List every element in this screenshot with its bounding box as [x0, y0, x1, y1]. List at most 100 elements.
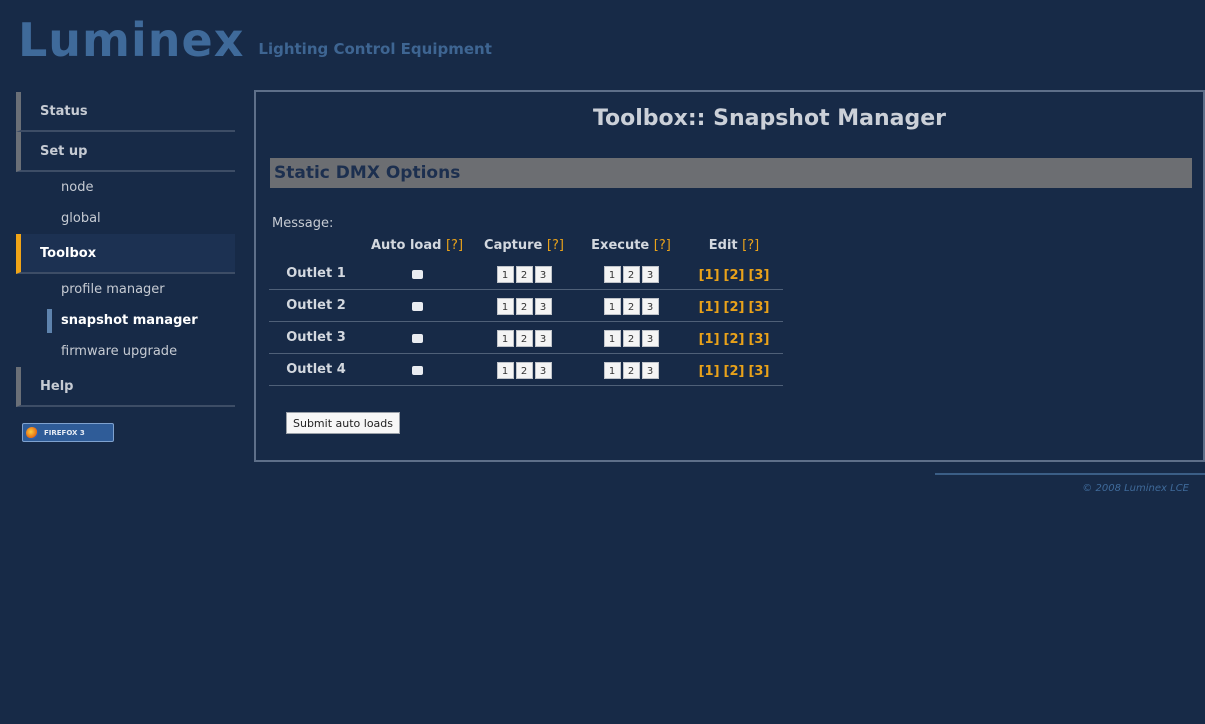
edit-link[interactable]: [1]: [699, 364, 720, 379]
execute-button[interactable]: 3: [641, 362, 659, 379]
brand-header: Luminex Lighting Control Equipment: [18, 14, 492, 66]
capture-cell: 123: [471, 321, 577, 354]
outlet-name: Outlet 1: [269, 258, 363, 290]
table-row: Outlet 1 123 123 [1] [2] [3]: [269, 258, 783, 290]
header-edit-label: Edit: [708, 237, 738, 253]
table-row: Outlet 4 123 123 [1] [2] [3]: [269, 353, 783, 386]
auto-load-help-link[interactable]: [?]: [446, 238, 463, 253]
submit-auto-loads-button[interactable]: Submit auto loads: [286, 412, 401, 434]
capture-cell: 123: [471, 258, 577, 290]
execute-cell: 123: [577, 353, 685, 386]
edit-cell: [1] [2] [3]: [685, 289, 783, 322]
execute-button[interactable]: 1: [603, 330, 621, 347]
capture-button[interactable]: 3: [534, 330, 552, 347]
capture-button[interactable]: 1: [496, 362, 514, 379]
capture-button[interactable]: 3: [534, 362, 552, 379]
capture-button[interactable]: 3: [534, 266, 552, 283]
sidebar-item-snapshot-manager[interactable]: snapshot manager: [16, 305, 235, 336]
auto-load-checkbox[interactable]: [411, 302, 423, 311]
auto-load-checkbox[interactable]: [411, 334, 423, 343]
footer-divider: [935, 473, 1205, 475]
edit-cell: [1] [2] [3]: [685, 258, 783, 290]
capture-button[interactable]: 3: [534, 298, 552, 315]
message-label: Message:: [272, 216, 334, 231]
section-header: Static DMX Options: [270, 158, 1192, 188]
edit-cell: [1] [2] [3]: [685, 353, 783, 386]
edit-link[interactable]: [3]: [748, 332, 769, 347]
sidebar-item-setup[interactable]: Set up: [16, 132, 235, 172]
capture-button[interactable]: 2: [515, 298, 533, 315]
execute-button[interactable]: 1: [603, 298, 621, 315]
capture-button[interactable]: 1: [496, 298, 514, 315]
edit-link[interactable]: [1]: [699, 332, 720, 347]
edit-link[interactable]: [3]: [748, 300, 769, 315]
page-title: Toolbox:: Snapshot Manager: [592, 106, 947, 131]
main-panel: Toolbox:: Snapshot Manager Static DMX Op…: [254, 90, 1205, 462]
outlets-table: Auto load [?] Capture [?] Execute [?] Ed…: [269, 232, 783, 386]
execute-button[interactable]: 2: [622, 266, 640, 283]
execute-help-link[interactable]: [?]: [654, 238, 671, 253]
capture-button[interactable]: 2: [515, 330, 533, 347]
execute-button[interactable]: 2: [622, 298, 640, 315]
outlet-name: Outlet 3: [269, 321, 363, 354]
table-header-row: Auto load [?] Capture [?] Execute [?] Ed…: [269, 232, 783, 258]
auto-load-cell: [363, 321, 471, 354]
footer-copyright: © 2008 Luminex LCE: [1082, 483, 1189, 494]
sidebar-item-help[interactable]: Help: [16, 367, 235, 407]
edit-link[interactable]: [3]: [748, 364, 769, 379]
edit-link[interactable]: [3]: [748, 268, 769, 283]
auto-load-checkbox[interactable]: [411, 270, 423, 279]
capture-button[interactable]: 1: [496, 330, 514, 347]
execute-button[interactable]: 2: [622, 330, 640, 347]
header-edit: Edit [?]: [685, 232, 783, 258]
outlet-name: Outlet 4: [269, 353, 363, 386]
execute-button[interactable]: 3: [641, 330, 659, 347]
section-title: Static DMX Options: [274, 163, 461, 183]
sidebar-nav: Status Set up node global Toolbox profil…: [16, 92, 235, 443]
sidebar-item-profile-manager[interactable]: profile manager: [16, 274, 235, 305]
capture-cell: 123: [471, 353, 577, 386]
execute-button[interactable]: 3: [641, 266, 659, 283]
execute-button[interactable]: 2: [622, 362, 640, 379]
sidebar-item-toolbox[interactable]: Toolbox: [16, 234, 235, 274]
execute-cell: 123: [577, 258, 685, 290]
edit-link[interactable]: [2]: [724, 268, 745, 283]
table-row: Outlet 3 123 123 [1] [2] [3]: [269, 321, 783, 354]
firefox-badge-label: FIREFOX 3: [44, 428, 85, 437]
capture-button[interactable]: 2: [515, 266, 533, 283]
header-auto-load: Auto load [?]: [363, 232, 471, 258]
edit-link[interactable]: [2]: [724, 364, 745, 379]
auto-load-checkbox[interactable]: [411, 366, 423, 375]
capture-button[interactable]: 1: [496, 266, 514, 283]
header-capture-label: Capture: [484, 237, 543, 253]
sidebar-item-firmware-upgrade[interactable]: firmware upgrade: [16, 336, 235, 367]
header-auto-load-label: Auto load: [370, 237, 442, 253]
outlet-name: Outlet 2: [269, 289, 363, 322]
capture-help-link[interactable]: [?]: [547, 238, 564, 253]
firefox-icon: [26, 426, 38, 439]
edit-link[interactable]: [2]: [724, 300, 745, 315]
execute-button[interactable]: 1: [603, 362, 621, 379]
auto-load-cell: [363, 289, 471, 322]
header-blank: [269, 232, 363, 258]
edit-link[interactable]: [1]: [699, 300, 720, 315]
table-row: Outlet 2 123 123 [1] [2] [3]: [269, 289, 783, 322]
sidebar-item-node[interactable]: node: [16, 172, 235, 203]
execute-cell: 123: [577, 321, 685, 354]
header-execute-label: Execute: [591, 237, 650, 253]
sidebar-item-global[interactable]: global: [16, 203, 235, 234]
firefox-badge[interactable]: FIREFOX 3: [22, 423, 114, 442]
execute-button[interactable]: 3: [641, 298, 659, 315]
header-capture: Capture [?]: [471, 232, 577, 258]
auto-load-cell: [363, 353, 471, 386]
capture-button[interactable]: 2: [515, 362, 533, 379]
execute-button[interactable]: 1: [603, 266, 621, 283]
edit-link[interactable]: [2]: [724, 332, 745, 347]
sidebar-item-status[interactable]: Status: [16, 92, 235, 132]
header-execute: Execute [?]: [577, 232, 685, 258]
edit-help-link[interactable]: [?]: [742, 238, 759, 253]
tagline: Lighting Control Equipment: [258, 40, 492, 58]
edit-link[interactable]: [1]: [699, 268, 720, 283]
capture-cell: 123: [471, 289, 577, 322]
luminex-logo[interactable]: Luminex: [18, 14, 244, 66]
